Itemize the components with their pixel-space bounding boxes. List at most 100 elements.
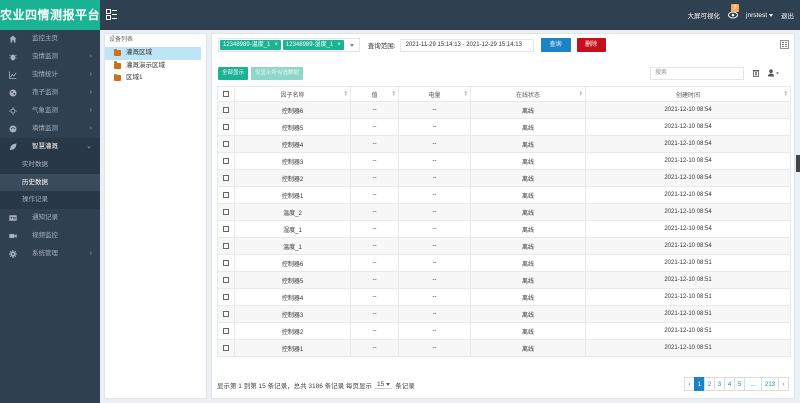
row-checkbox[interactable] xyxy=(223,327,229,334)
trash-icon[interactable] xyxy=(752,69,760,77)
row-checkbox[interactable] xyxy=(223,293,229,300)
show-selected-button[interactable]: 仅显示所勾选数据 xyxy=(251,67,304,80)
logout-link[interactable]: 退出 xyxy=(781,10,794,20)
tree-node[interactable]: 区域1 xyxy=(105,72,201,85)
row-checkbox-cell[interactable] xyxy=(217,339,235,357)
cell-status: 离线 xyxy=(470,339,586,357)
history-data-panel: 12348989-温度_1 × 12348989-湿度_1 × 查询范围: 20… xyxy=(211,33,795,399)
sidebar-subitem-realtime[interactable]: 实时数据 xyxy=(0,156,100,174)
table-row[interactable]: 控制器3 -- -- 离线 2021-12-10 08:51 xyxy=(217,305,791,323)
show-all-button[interactable]: 全部显示 xyxy=(218,67,249,80)
row-checkbox[interactable] xyxy=(223,208,229,215)
row-checkbox[interactable] xyxy=(223,140,229,147)
row-checkbox-cell[interactable] xyxy=(217,305,235,323)
page-button[interactable]: ... xyxy=(744,377,762,391)
sidebar-item-video[interactable]: 视频监控 xyxy=(0,227,100,245)
row-checkbox[interactable] xyxy=(223,157,229,164)
table-row[interactable]: 温度_2 -- -- 离线 2021-12-10 08:54 xyxy=(217,203,791,221)
table-row[interactable]: 控制器6 -- -- 离线 2021-12-10 08:51 xyxy=(217,254,791,272)
row-checkbox-cell[interactable] xyxy=(217,322,235,340)
notification-icon[interactable]: 2 xyxy=(728,4,740,20)
sidebar-item-pest-stats[interactable]: 虫情统计 › xyxy=(0,66,100,84)
column-header-time[interactable]: 创建时间 ▴ ▾ xyxy=(585,86,791,102)
row-checkbox-cell[interactable] xyxy=(217,101,235,119)
sidebar-item-smart-irrigation[interactable]: 智慧灌溉 ⌄ xyxy=(0,138,100,156)
menu-toggle-icon[interactable] xyxy=(106,9,117,20)
row-checkbox-cell[interactable] xyxy=(217,118,235,136)
row-checkbox-cell[interactable] xyxy=(217,203,235,221)
table-row[interactable]: 控制器4 -- -- 离线 2021-12-10 08:51 xyxy=(217,288,791,306)
tree-node[interactable]: 灌溉区域 xyxy=(105,47,201,60)
close-icon[interactable]: × xyxy=(274,40,278,50)
sidebar-item-weather-monitor[interactable]: 气象监测 › xyxy=(0,102,100,120)
device-multiselect[interactable]: 12348989-温度_1 × 12348989-湿度_1 × xyxy=(218,38,360,52)
row-checkbox-cell[interactable] xyxy=(217,152,235,170)
row-checkbox[interactable] xyxy=(223,174,229,181)
row-checkbox-cell[interactable] xyxy=(217,237,235,255)
columns-icon[interactable] xyxy=(768,69,780,77)
delete-button[interactable]: 删除 xyxy=(576,38,606,52)
row-checkbox[interactable] xyxy=(223,106,229,113)
close-icon[interactable]: × xyxy=(337,40,341,50)
select-all-cell[interactable] xyxy=(217,86,235,102)
big-screen-link[interactable]: 大屏可视化 xyxy=(688,10,721,20)
row-checkbox-cell[interactable] xyxy=(217,220,235,238)
column-header-value[interactable]: 值 ▴ ▾ xyxy=(350,86,399,102)
tree-node[interactable]: 灌溉演示区域 xyxy=(105,60,201,73)
select-all-checkbox[interactable] xyxy=(223,90,229,97)
row-checkbox-cell[interactable] xyxy=(217,169,235,187)
app-title[interactable]: 农业四情测报平台 xyxy=(0,0,100,30)
row-checkbox-cell[interactable] xyxy=(217,271,235,289)
table-row[interactable]: 控制器6 -- -- 离线 2021-12-10 08:54 xyxy=(217,101,791,119)
cell-battery: -- xyxy=(398,271,471,289)
sidebar-item-home[interactable]: 监控主页 xyxy=(0,30,100,48)
sidebar-subitem-history[interactable]: 历史数据 xyxy=(0,173,100,191)
row-checkbox[interactable] xyxy=(223,191,229,198)
table-row[interactable]: 控制器3 -- -- 离线 2021-12-10 08:54 xyxy=(217,152,791,170)
query-button[interactable]: 查询 xyxy=(540,38,571,52)
table-row[interactable]: 控制器1 -- -- 离线 2021-12-10 08:51 xyxy=(217,339,791,357)
row-checkbox-cell[interactable] xyxy=(217,135,235,153)
sidebar-item-spore-monitor[interactable]: 孢子监测 › xyxy=(0,84,100,102)
row-checkbox[interactable] xyxy=(223,259,229,266)
row-checkbox[interactable] xyxy=(223,225,229,232)
column-header-name[interactable]: 因子名称 ▴ ▾ xyxy=(234,86,351,102)
next-page-button[interactable]: › xyxy=(778,377,789,391)
row-checkbox-cell[interactable] xyxy=(217,254,235,272)
selected-tag[interactable]: 12348989-湿度_1 × xyxy=(282,40,344,50)
scrollbar-handle[interactable] xyxy=(796,155,800,172)
sidebar-subitem-operation-log[interactable]: 操作记录 xyxy=(0,191,100,209)
row-checkbox[interactable] xyxy=(223,310,229,317)
table-row[interactable]: 控制器5 -- -- 离线 2021-12-10 08:54 xyxy=(217,118,791,136)
table-row[interactable]: 控制器2 -- -- 离线 2021-12-10 08:51 xyxy=(217,322,791,340)
page-button[interactable]: 213 xyxy=(761,377,779,391)
table-row[interactable]: 控制器5 -- -- 离线 2021-12-10 08:51 xyxy=(217,271,791,289)
table-row[interactable]: 湿度_1 -- -- 离线 2021-12-10 08:54 xyxy=(217,220,791,238)
table-row[interactable]: 控制器2 -- -- 离线 2021-12-10 08:54 xyxy=(217,169,791,187)
export-icon[interactable] xyxy=(780,40,789,49)
row-checkbox[interactable] xyxy=(223,242,229,249)
row-checkbox-cell[interactable] xyxy=(217,186,235,204)
sidebar-item-notifications[interactable]: 通知记录 xyxy=(0,209,100,227)
table-row[interactable]: 温度_1 -- -- 离线 2021-12-10 08:54 xyxy=(217,237,791,255)
page-size-select[interactable]: 15 xyxy=(374,381,393,389)
column-header-battery[interactable]: 电量 ▴ ▾ xyxy=(398,86,471,102)
table-row[interactable]: 控制器4 -- -- 离线 2021-12-10 08:54 xyxy=(217,135,791,153)
column-header-status[interactable]: 在线状态 ▴ ▾ xyxy=(470,86,586,102)
row-checkbox[interactable] xyxy=(223,344,229,351)
selected-tag[interactable]: 12348989-温度_1 × xyxy=(220,40,281,50)
chevron-down-icon[interactable] xyxy=(349,43,354,47)
cell-status: 离线 xyxy=(470,152,586,170)
row-checkbox[interactable] xyxy=(223,123,229,130)
row-checkbox-cell[interactable] xyxy=(217,288,235,306)
sidebar-item-soil-monitor[interactable]: 墒情监测 › xyxy=(0,120,100,138)
table-row[interactable]: 控制器1 -- -- 离线 2021-12-10 08:54 xyxy=(217,186,791,204)
sort-icon: ▴ ▾ xyxy=(344,89,347,98)
sidebar-item-system[interactable]: 系统管理 › xyxy=(0,245,100,263)
date-range-input[interactable]: 2021-11-29 15:14:13 - 2021-12-29 15:14:1… xyxy=(399,38,534,52)
sidebar-item-pest-monitor[interactable]: 虫情监测 › xyxy=(0,48,100,66)
row-checkbox[interactable] xyxy=(223,276,229,283)
sidebar-item-label: 智慧灌溉 xyxy=(32,143,58,150)
search-input[interactable]: 搜索 xyxy=(650,67,744,80)
user-menu[interactable]: jnrstest xyxy=(746,12,773,19)
